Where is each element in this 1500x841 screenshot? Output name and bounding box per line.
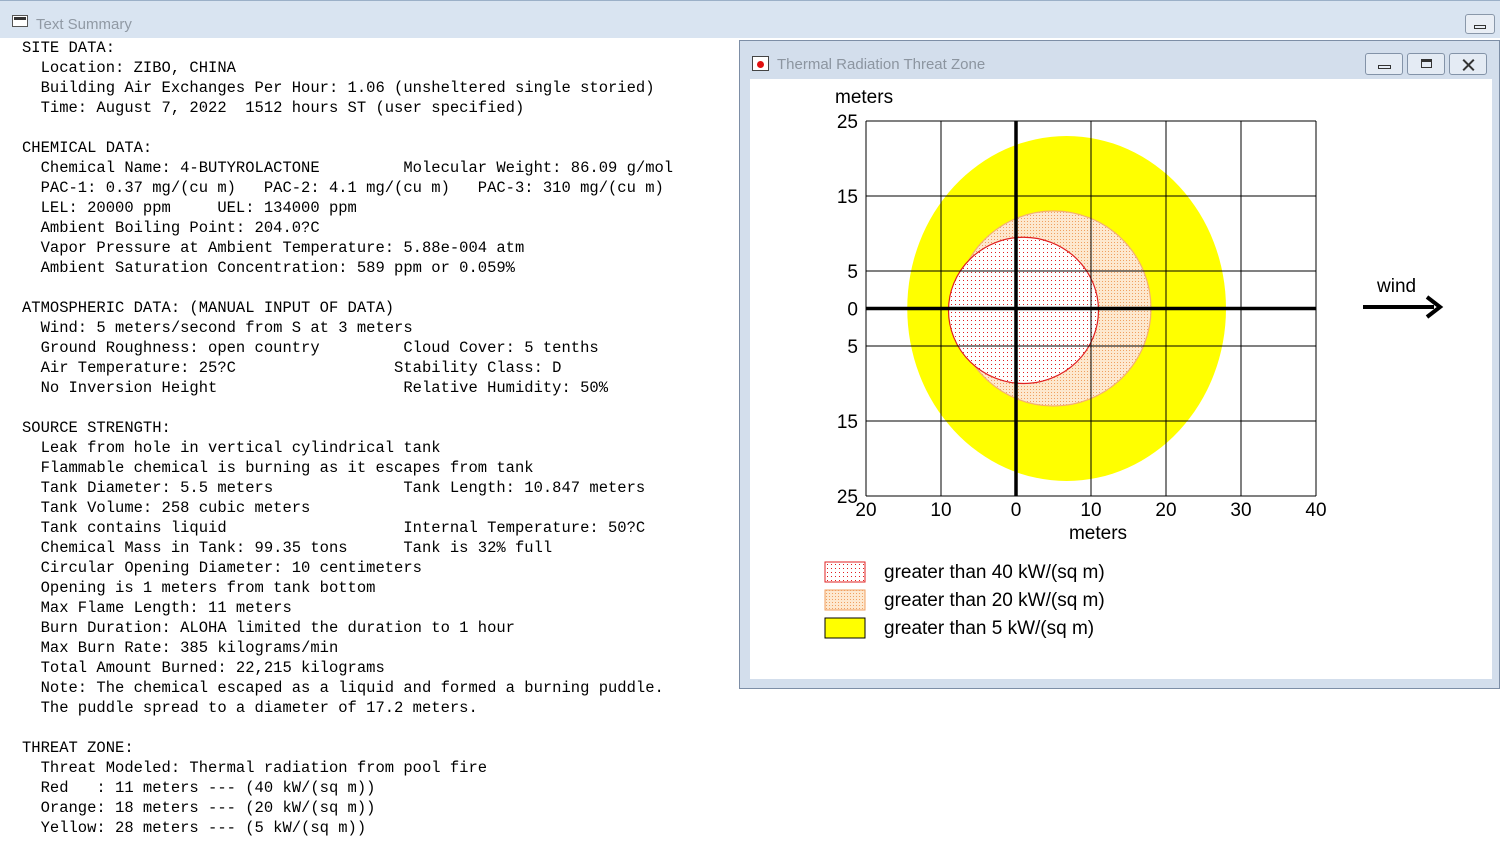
x-tick-label: 10 xyxy=(1080,500,1101,521)
x-tick-label: 20 xyxy=(1155,500,1176,521)
y-tick-label: 15 xyxy=(837,412,858,433)
legend-label: greater than 40 kW/(sq m) xyxy=(884,562,1105,583)
legend-swatch xyxy=(824,617,866,639)
minimize-window-button[interactable] xyxy=(1465,14,1495,34)
x-tick-label: 40 xyxy=(1305,500,1326,521)
y-tick-label: 5 xyxy=(847,337,858,358)
y-tick-label: 15 xyxy=(837,187,858,208)
threat-window-icon xyxy=(752,56,769,71)
x-tick-label: 30 xyxy=(1230,500,1251,521)
x-tick-label: 10 xyxy=(930,500,951,521)
main-window-title: Text Summary xyxy=(36,16,132,33)
threat-window-title: Thermal Radiation Threat Zone xyxy=(777,56,986,73)
threat-zone-red xyxy=(947,236,1100,385)
legend-label: greater than 20 kW/(sq m) xyxy=(884,590,1105,611)
legend-label: greater than 5 kW/(sq m) xyxy=(884,618,1094,639)
window-app-icon xyxy=(12,15,28,27)
y-tick-label: 5 xyxy=(847,262,858,283)
y-axis-label: meters xyxy=(835,87,893,108)
x-tick-label: 0 xyxy=(1011,500,1022,521)
main-titlebar: Text Summary xyxy=(0,0,1500,38)
threat-zone-window[interactable]: Thermal Radiation Threat Zone 25 15 5 0 5 15 2… xyxy=(739,40,1500,689)
summary-text: SITE DATA: Location: ZIBO, CHINA Buildin… xyxy=(22,39,674,837)
text-summary-pane[interactable]: SITE DATA: Location: ZIBO, CHINA Buildin… xyxy=(22,38,738,841)
threat-close-button[interactable] xyxy=(1449,53,1487,75)
threat-zone-plot-area: 25 15 5 0 5 15 25 20 10 0 10 20 30 40 meters meters win… xyxy=(750,79,1492,679)
x-tick-label: 20 xyxy=(855,500,876,521)
y-tick-label: 0 xyxy=(847,300,858,321)
x-axis-label: meters xyxy=(1069,523,1127,544)
threat-maximize-button[interactable] xyxy=(1407,53,1445,75)
threat-zone-plot: 2515505152520 10 0 10 20 30 40metersmeters win… xyxy=(824,87,1444,639)
wind-label: wind xyxy=(1376,276,1416,297)
legend-swatch xyxy=(824,589,866,611)
threat-minimize-button[interactable] xyxy=(1365,53,1403,75)
legend-swatch xyxy=(824,561,866,583)
y-tick-label: 25 xyxy=(837,112,858,133)
